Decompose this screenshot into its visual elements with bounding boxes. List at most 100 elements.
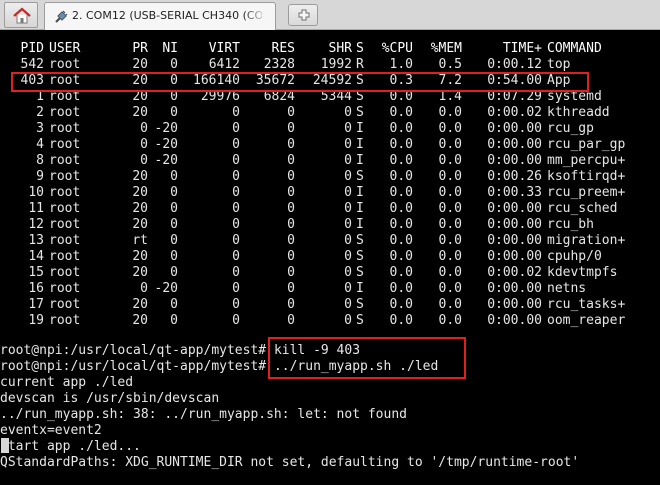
cell-shr: SHR <box>328 41 352 56</box>
cell-ni: 0 <box>170 217 178 232</box>
cell-user: root <box>49 297 81 312</box>
cell-mem: 0.0 <box>438 153 462 168</box>
cell-ni: 0 <box>170 73 178 88</box>
cell-res: 0 <box>287 185 295 200</box>
cell-time: TIME+ <box>502 41 542 56</box>
cell-shr: 0 <box>344 313 352 328</box>
cell-res: 0 <box>287 265 295 280</box>
cell-cpu: 0.0 <box>389 153 413 168</box>
cell-shr: 0 <box>344 185 352 200</box>
cell-user: root <box>49 89 81 104</box>
cell-pid: 4 <box>36 137 44 152</box>
cell-res: 0 <box>287 281 295 296</box>
cell-ni: 0 <box>170 169 178 184</box>
cell-cmd: COMMAND <box>547 41 602 56</box>
cell-res: 0 <box>287 105 295 120</box>
cell-res: 0 <box>287 233 295 248</box>
cell-ni: 0 <box>170 233 178 248</box>
shell-prompt: root@npi:/usr/local/qt-app/mytest# <box>0 343 267 358</box>
cell-ni: 0 <box>170 265 178 280</box>
cell-pid: 17 <box>28 297 44 312</box>
cell-cmd: ksoftirqd+ <box>547 169 626 184</box>
new-tab-button[interactable] <box>288 4 318 26</box>
cell-shr: 0 <box>344 297 352 312</box>
cell-ni: 0 <box>170 105 178 120</box>
cell-virt: VIRT <box>208 41 240 56</box>
home-button[interactable] <box>4 2 38 28</box>
cell-pid: 13 <box>28 233 44 248</box>
shell-command: ../run_myapp.sh ./led <box>273 359 439 374</box>
cell-mem: 0.0 <box>438 201 462 216</box>
cell-virt: 0 <box>232 297 240 312</box>
cell-cpu: 0.0 <box>389 265 413 280</box>
cell-cpu: 0.0 <box>389 281 413 296</box>
cell-cpu: 0.3 <box>389 73 413 88</box>
cell-res: 0 <box>287 137 295 152</box>
cell-mem: 7.2 <box>438 73 462 88</box>
cell-cmd: cpuhp/0 <box>547 249 602 264</box>
cell-mem: 0.0 <box>438 249 462 264</box>
cell-ni: 0 <box>170 297 178 312</box>
tab-title: 2. COM12 (USB-SERIAL CH340 (COM12)) <box>72 9 262 22</box>
cell-s: I <box>356 153 364 168</box>
cell-virt: 0 <box>232 233 240 248</box>
cell-pid: 542 <box>20 57 44 72</box>
cell-s: S <box>356 313 364 328</box>
cell-pid: 403 <box>20 73 44 88</box>
shell-output-line: ../run_myapp.sh: 38: ../run_myapp.sh: le… <box>0 407 407 422</box>
cell-cpu: 1.0 <box>389 57 413 72</box>
tab-title-fade <box>243 4 267 28</box>
terminal-cursor <box>1 438 9 453</box>
cell-cpu: 0.0 <box>389 137 413 152</box>
cell-time: 0:00.00 <box>487 153 542 168</box>
cell-user: USER <box>49 41 81 56</box>
tab-com12-session[interactable]: 2. COM12 (USB-SERIAL CH340 (COM12)) <box>44 2 276 30</box>
cell-time: 0:00.12 <box>487 57 542 72</box>
cell-virt: 0 <box>232 121 240 136</box>
cell-res: 0 <box>287 313 295 328</box>
cell-ni: -20 <box>154 281 178 296</box>
cell-time: 0:00.00 <box>487 121 542 136</box>
cell-mem: 0.0 <box>438 265 462 280</box>
cell-s: I <box>356 121 364 136</box>
cell-virt: 0 <box>232 153 240 168</box>
cell-virt: 166140 <box>193 73 240 88</box>
cell-ni: 0 <box>170 185 178 200</box>
cell-shr: 0 <box>344 169 352 184</box>
cell-mem: 0.0 <box>438 121 462 136</box>
cell-ni: 0 <box>170 57 178 72</box>
cell-shr: 5344 <box>320 89 352 104</box>
cell-res: 0 <box>287 297 295 312</box>
cell-s: S <box>356 169 364 184</box>
cell-cmd: rcu_preem+ <box>547 185 626 200</box>
cell-user: root <box>49 153 81 168</box>
cell-cmd: migration+ <box>547 233 626 248</box>
cell-s: I <box>356 217 364 232</box>
terminal-output[interactable]: PID USER PR NI VIRT RES SHR S %CPU %MEM TIME+ COMMA… <box>0 31 660 485</box>
cell-mem: 0.0 <box>438 217 462 232</box>
cell-res: RES <box>271 41 295 56</box>
cell-shr: 0 <box>344 201 352 216</box>
cell-mem: 0.5 <box>438 57 462 72</box>
cell-mem: 0.0 <box>438 137 462 152</box>
cell-user: root <box>49 57 81 72</box>
cell-time: 0:00.26 <box>487 169 542 184</box>
cell-cmd: top <box>547 57 571 72</box>
cell-virt: 0 <box>232 201 240 216</box>
cell-pid: 16 <box>28 281 44 296</box>
cell-pid: 14 <box>28 249 44 264</box>
cell-cpu: 0.0 <box>389 201 413 216</box>
cell-cmd: mm_percpu+ <box>547 153 626 168</box>
cell-time: 0:00.00 <box>487 233 542 248</box>
cell-pid: 8 <box>36 153 44 168</box>
cell-virt: 29976 <box>200 89 240 104</box>
cell-cmd: netns <box>547 281 587 296</box>
cell-res: 0 <box>287 169 295 184</box>
cell-virt: 0 <box>232 169 240 184</box>
cell-res: 0 <box>287 153 295 168</box>
shell-output-line: current app ./led <box>0 375 134 390</box>
cell-s: S <box>356 249 364 264</box>
cell-mem: 0.0 <box>438 105 462 120</box>
cell-ni: 0 <box>170 249 178 264</box>
cell-shr: 0 <box>344 121 352 136</box>
